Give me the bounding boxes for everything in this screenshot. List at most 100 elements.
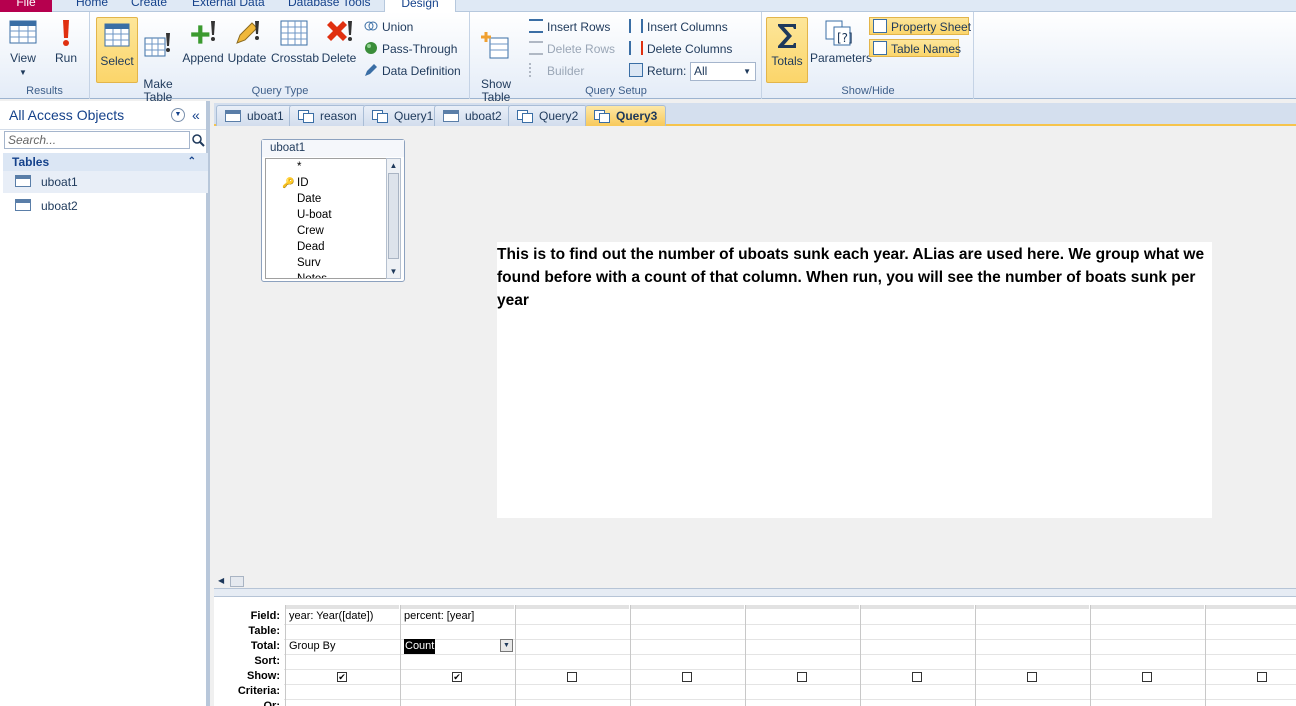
- field-item[interactable]: U-boat: [266, 207, 387, 223]
- return-label: Return:: [647, 64, 687, 78]
- tab-create[interactable]: Create: [127, 0, 171, 12]
- row-label-criteria: Criteria:: [237, 685, 280, 697]
- tab-file[interactable]: File: [0, 0, 52, 12]
- row-label-total: Total:: [250, 640, 280, 652]
- show-checkbox[interactable]: [567, 672, 577, 682]
- doc-tab-reason[interactable]: reason: [289, 105, 366, 126]
- field-item[interactable]: Date: [266, 191, 387, 207]
- show-checkbox[interactable]: [1257, 672, 1267, 682]
- union-label: Union: [382, 20, 414, 34]
- totals-button[interactable]: Totals: [766, 17, 808, 83]
- shutter-bar-close-icon[interactable]: «: [192, 101, 200, 130]
- nav-menu-dropdown-icon[interactable]: ▼: [171, 108, 185, 122]
- insert-rows-label: Insert Rows: [547, 20, 611, 34]
- datasheet-view-icon: [9, 20, 37, 44]
- run-button[interactable]: Run: [50, 17, 82, 65]
- run-label: Run: [54, 51, 77, 65]
- scroll-left-icon[interactable]: ◀: [218, 576, 224, 585]
- view-button[interactable]: View ▼: [4, 17, 42, 79]
- show-checkbox[interactable]: ✔: [337, 672, 347, 682]
- data-definition-icon: [365, 64, 377, 76]
- parameters-button[interactable]: [?] Parameters: [810, 17, 872, 65]
- search-icon[interactable]: [191, 133, 205, 147]
- field-label: ID: [297, 177, 309, 189]
- doc-tab-query1[interactable]: Query1: [363, 105, 443, 126]
- field-item-id[interactable]: 🔑 ID: [266, 175, 387, 191]
- return-icon: [629, 63, 643, 77]
- crosstab-icon: [280, 20, 308, 46]
- tab-home[interactable]: Home: [72, 0, 112, 12]
- insert-rows-button[interactable]: Insert Rows: [529, 18, 610, 36]
- nav-item-uboat2[interactable]: uboat2: [3, 195, 208, 217]
- doc-tab-label: Query1: [394, 109, 434, 123]
- nav-title[interactable]: All Access Objects ▼ «: [0, 101, 206, 130]
- doc-tab-label: Query3: [616, 109, 658, 123]
- query-type-group-label: Query Type: [251, 85, 309, 97]
- scroll-down-icon[interactable]: ▼: [387, 265, 400, 278]
- table-icon: [15, 175, 31, 187]
- table-names-button[interactable]: Table Names: [869, 39, 962, 57]
- show-checkbox[interactable]: [682, 672, 692, 682]
- delete-rows-button[interactable]: Delete Rows: [529, 40, 615, 58]
- field-item[interactable]: Surv: [266, 255, 387, 271]
- tables-section-header[interactable]: Tables ⌃: [3, 153, 208, 171]
- data-definition-button[interactable]: Data Definition: [364, 62, 461, 80]
- property-sheet-button[interactable]: Property Sheet: [869, 17, 971, 35]
- query-icon: [594, 110, 610, 123]
- select-query-button[interactable]: Select: [96, 17, 138, 83]
- group-show-hide: Totals [?] Parameters Property Sheet Tab…: [763, 12, 974, 99]
- field-list-uboat1[interactable]: uboat1 * 🔑 ID Date U-boat Crew Dead Surv …: [261, 139, 405, 282]
- annotation-text: This is to find out the number of uboats…: [497, 242, 1212, 518]
- show-checkbox[interactable]: [1142, 672, 1152, 682]
- search-input[interactable]: Search...: [4, 131, 190, 149]
- doc-tab-query3[interactable]: Query3: [585, 105, 667, 126]
- scroll-up-icon[interactable]: ▲: [387, 159, 400, 172]
- tab-external-data[interactable]: External Data: [188, 0, 269, 12]
- table-icon: [225, 110, 241, 122]
- builder-wand-icon: [529, 63, 543, 77]
- builder-button[interactable]: Builder: [529, 62, 584, 80]
- tab-database-tools[interactable]: Database Tools: [284, 0, 375, 12]
- insert-columns-button[interactable]: Insert Columns: [629, 18, 728, 36]
- doc-tab-query2[interactable]: Query2: [508, 105, 588, 126]
- svg-text:[?]: [?]: [837, 31, 853, 45]
- show-checkbox[interactable]: [1027, 672, 1037, 682]
- scrollbar-thumb[interactable]: [230, 576, 244, 587]
- pencil-icon: [236, 21, 259, 44]
- delete-rows-label: Delete Rows: [547, 42, 616, 56]
- table-names-label: Table Names: [891, 42, 962, 56]
- field-cell[interactable]: year: Year([date]): [289, 609, 373, 624]
- pane-splitter[interactable]: [214, 588, 1296, 597]
- doc-tab-uboat1[interactable]: uboat1: [216, 105, 293, 126]
- union-button[interactable]: Union: [364, 18, 413, 36]
- show-hide-group-label: Show/Hide: [841, 85, 895, 97]
- field-list-scrollbar[interactable]: ▲ ▼: [386, 158, 401, 279]
- doc-tab-uboat2[interactable]: uboat2: [434, 105, 511, 126]
- scrollbar-thumb[interactable]: [388, 173, 399, 259]
- grid-column: year: Year([date]) Group By ✔: [285, 605, 400, 706]
- horizontal-scrollbar[interactable]: ◀: [214, 576, 1296, 588]
- grid-column: [975, 605, 1090, 706]
- field-item[interactable]: Dead: [266, 239, 387, 255]
- total-dropdown-icon[interactable]: ▼: [500, 639, 513, 652]
- show-checkbox[interactable]: [797, 672, 807, 682]
- field-item[interactable]: *: [266, 159, 387, 175]
- nav-item-uboat1[interactable]: uboat1: [3, 171, 208, 193]
- delete-query-button[interactable]: Delete: [321, 17, 357, 65]
- total-cell[interactable]: Group By: [289, 639, 335, 654]
- field-cell[interactable]: percent: [year]: [404, 609, 474, 624]
- total-cell[interactable]: Count: [404, 639, 436, 654]
- field-item[interactable]: Notes: [266, 271, 387, 278]
- show-checkbox[interactable]: [912, 672, 922, 682]
- query-icon: [298, 110, 314, 123]
- return-select[interactable]: All ▼: [690, 62, 756, 81]
- make-table-icon: [144, 33, 170, 57]
- collapse-icon[interactable]: ⌃: [188, 153, 196, 171]
- field-item[interactable]: Crew: [266, 223, 387, 239]
- delete-columns-button[interactable]: Delete Columns: [629, 40, 732, 58]
- pass-through-button[interactable]: Pass-Through: [364, 40, 457, 58]
- update-button[interactable]: Update: [227, 17, 267, 65]
- show-checkbox[interactable]: ✔: [452, 672, 462, 682]
- append-button[interactable]: Append: [181, 17, 225, 65]
- crosstab-button[interactable]: Crosstab: [271, 17, 319, 65]
